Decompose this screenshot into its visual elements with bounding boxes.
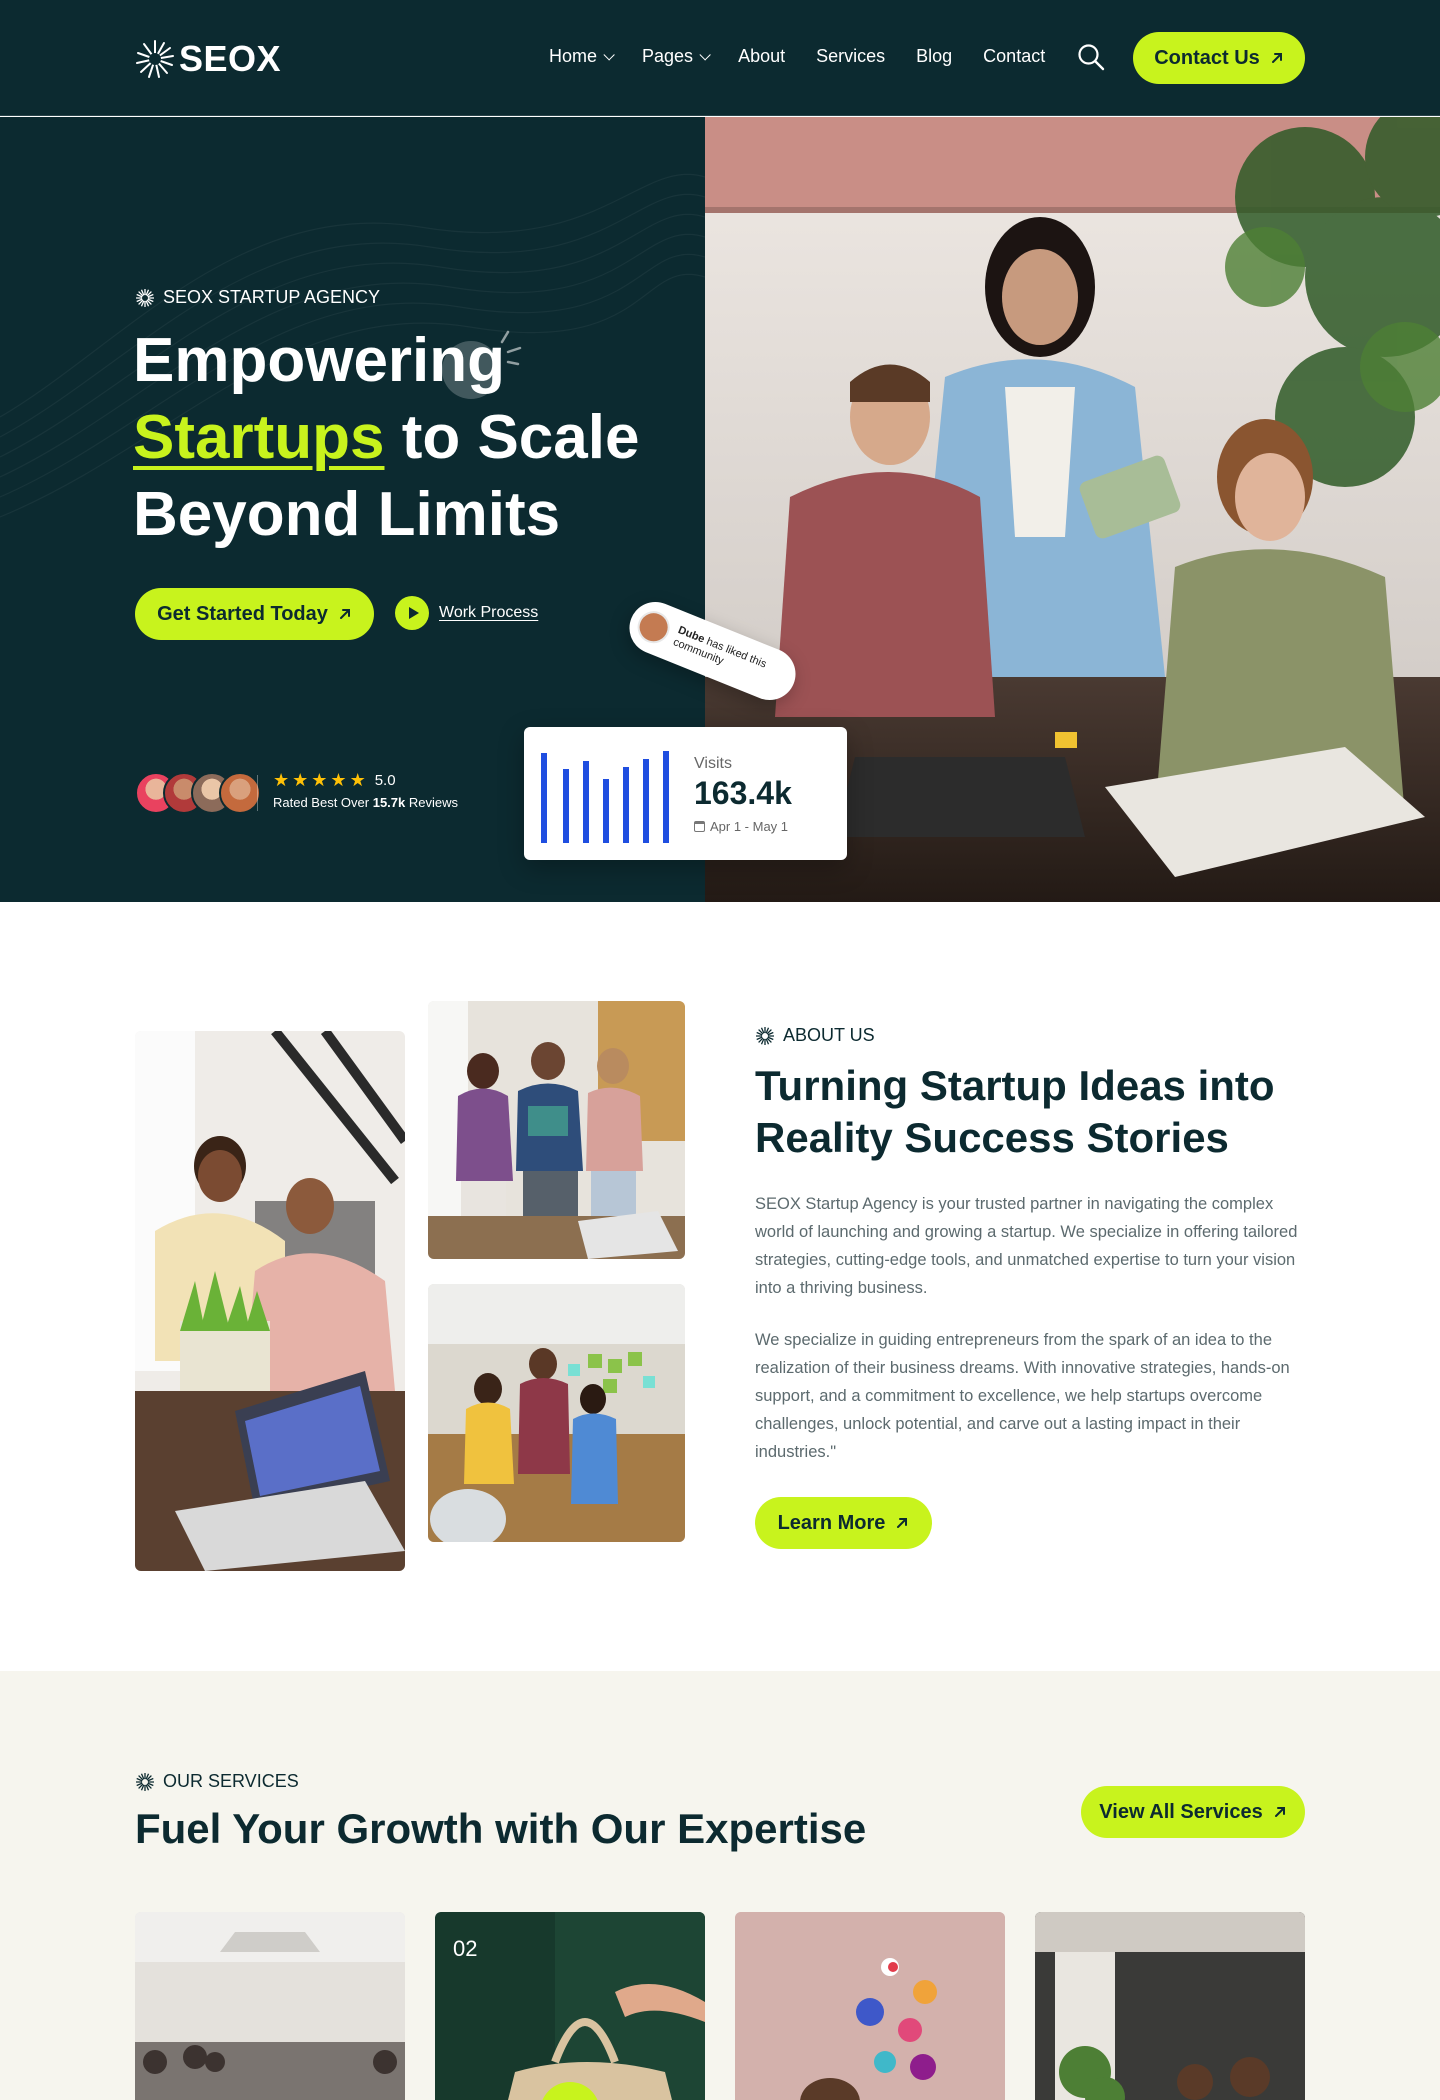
burst-icon (756, 1026, 774, 1045)
get-started-label: Get Started Today (157, 602, 328, 625)
rating-score: 5.0 (374, 771, 396, 789)
reviewer-avatars (135, 772, 261, 814)
about-eyebrow-text: ABOUT US (783, 1025, 875, 1045)
service-card-3-image (735, 1912, 1005, 2100)
services-section: OUR SERVICES Fuel Your Growth with Our E… (0, 1671, 1440, 2100)
nav-about[interactable]: About (738, 46, 785, 67)
about-photo-3-art (428, 1284, 685, 1542)
nav-services-label: Services (816, 46, 886, 66)
avatar (219, 772, 261, 814)
visits-value: 163.4k (694, 775, 792, 811)
nav-blog-label: Blog (916, 46, 953, 66)
service-card-1[interactable] (135, 1912, 405, 2100)
about-photo-1-art (135, 1031, 405, 1571)
star-icon: ★ (273, 770, 290, 790)
about-photo-office (428, 1284, 685, 1542)
chevron-down-icon (699, 48, 711, 61)
work-process-link[interactable]: Work Process (395, 596, 538, 630)
hero-eyebrow: SEOX STARTUP AGENCY (135, 287, 380, 308)
rating-caption: Rated Best Over 15.7k Reviews (273, 795, 458, 810)
arrow-up-right-icon (897, 1518, 908, 1528)
star-icon: ★ (349, 770, 366, 790)
hero-title-highlight: Startups (133, 403, 385, 472)
nav-home-label: Home (549, 46, 598, 66)
contact-us-label: Contact Us (1154, 46, 1260, 69)
hero-title: Empowering Startups to Scale Beyond Limi… (133, 322, 693, 553)
chevron-down-icon (603, 48, 615, 61)
arrow-up-right-icon (339, 609, 350, 619)
logo-text: SEOX (179, 38, 282, 79)
services-title: Fuel Your Growth with Our Expertise (135, 1805, 867, 1852)
burst-icon (136, 288, 154, 307)
about-eyebrow: ABOUT US (755, 1025, 875, 1046)
rating-prefix: Rated Best Over (273, 795, 373, 810)
main-nav: Home Pages About Services Blog Contact (549, 46, 1045, 67)
arrow-up-right-icon (1274, 1807, 1285, 1817)
learn-more-label: Learn More (777, 1511, 886, 1534)
service-card-number: 02 (453, 1936, 478, 1961)
like-message: has liked this community (671, 634, 769, 671)
rating-suffix: Reviews (405, 795, 459, 810)
work-process-label: Work Process (439, 604, 539, 621)
play-icon (395, 596, 429, 630)
avatar (632, 606, 675, 649)
about-title: Turning Startup Ideas into Reality Succe… (755, 1062, 1275, 1161)
star-icon: ★ (330, 770, 347, 790)
visits-bar-chart (541, 751, 669, 843)
services-eyebrow: OUR SERVICES (135, 1771, 299, 1792)
burst-icon (136, 1772, 154, 1791)
sparkle-doodle-icon (442, 330, 522, 399)
service-card-3[interactable] (735, 1912, 1005, 2100)
service-card-4[interactable] (1035, 1912, 1305, 2100)
contact-us-button[interactable]: Contact Us (1133, 32, 1305, 84)
view-all-services-label: View All Services (1099, 1800, 1263, 1823)
star-icon: ★ (311, 770, 328, 790)
nav-contact-label: Contact (983, 46, 1046, 66)
learn-more-button[interactable]: Learn More (755, 1497, 932, 1549)
nav-contact[interactable]: Contact (983, 46, 1045, 67)
logo-burst-icon (136, 40, 174, 78)
rating-count: 15.7k (372, 795, 406, 810)
hero-title-line2: to Scale (384, 403, 640, 472)
calendar-icon (694, 821, 705, 832)
visits-label: Visits (694, 755, 732, 772)
get-started-button[interactable]: Get Started Today (135, 588, 374, 640)
nav-pages-label: Pages (642, 46, 694, 66)
hero-eyebrow-text: SEOX STARTUP AGENCY (163, 287, 381, 307)
nav-home[interactable]: Home (549, 46, 615, 67)
about-photo-2-art (428, 1001, 685, 1259)
about-paragraph-1: SEOX Startup Agency is your trusted part… (755, 1195, 1298, 1297)
star-rating: ★ ★ ★ ★ ★ 5.0 (273, 771, 458, 789)
arrow-up-right-icon (1271, 53, 1282, 63)
visits-card: Visits 163.4k Apr 1 - May 1 (524, 727, 847, 860)
hero-section: SEOX STARTUP AGENCY Empowering Startups … (0, 117, 1440, 902)
nav-about-label: About (738, 46, 786, 66)
hero-title-line3: Beyond Limits (133, 480, 561, 549)
service-card-1-image (135, 1912, 405, 2100)
logo[interactable]: SEOX (135, 38, 281, 80)
nav-blog[interactable]: Blog (916, 46, 952, 67)
rating-block: ★ ★ ★ ★ ★ 5.0 Rated Best Over 15.7k Revi… (273, 771, 458, 810)
nav-pages[interactable]: Pages (642, 46, 711, 67)
search-icon[interactable] (1076, 42, 1106, 72)
about-paragraph-2: We specialize in guiding entrepreneurs f… (755, 1331, 1290, 1461)
site-header: SEOX Home Pages About Services Blog Cont… (0, 0, 1440, 116)
about-photo-meeting (428, 1001, 685, 1259)
services-eyebrow-text: OUR SERVICES (163, 1771, 299, 1791)
visits-range-text: Apr 1 - May 1 (710, 819, 789, 834)
nav-services[interactable]: Services (816, 46, 885, 67)
visits-date-range: Apr 1 - May 1 (694, 819, 788, 834)
about-photo-team-laptop (135, 1031, 405, 1571)
service-card-2[interactable]: 02 (435, 1912, 705, 2100)
star-icon: ★ (292, 770, 309, 790)
service-card-4-image (1035, 1912, 1305, 2100)
rating-divider (257, 775, 258, 811)
view-all-services-button[interactable]: View All Services (1081, 1786, 1305, 1838)
